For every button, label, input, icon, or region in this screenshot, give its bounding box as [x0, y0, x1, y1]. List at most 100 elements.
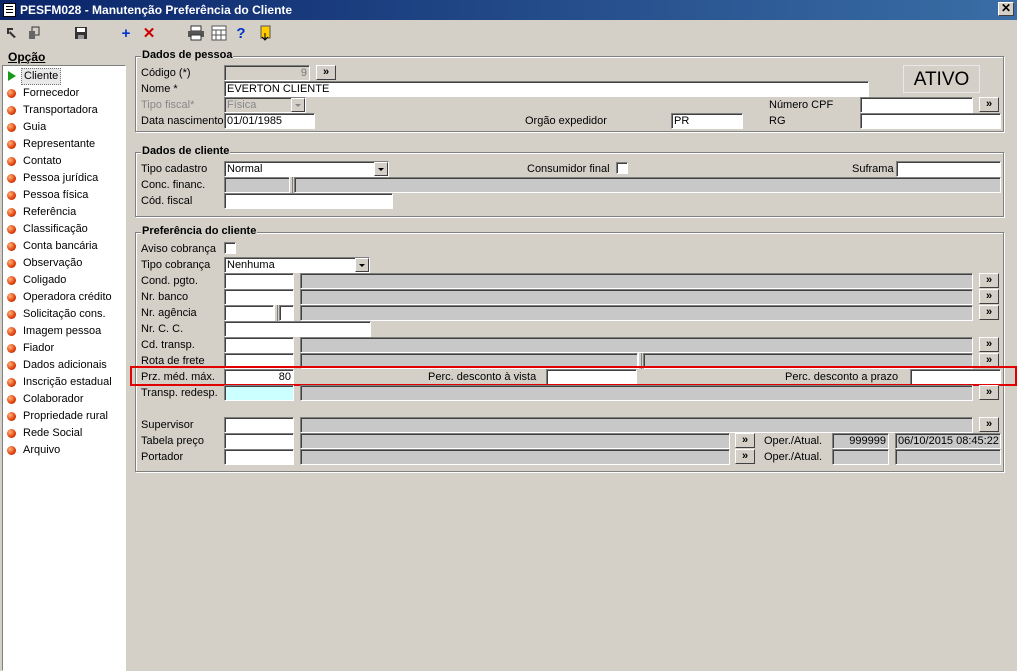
nome-field[interactable]: EVERTON CLIENTE	[224, 81, 869, 97]
bullet-icon	[7, 174, 16, 183]
consumidor-label: Consumidor final	[527, 163, 610, 175]
bullet-icon	[7, 276, 16, 285]
portador-field[interactable]	[224, 449, 294, 465]
oper-user-field-2	[832, 449, 889, 465]
oper-atual-label: Oper./Atual.	[764, 435, 823, 447]
add-icon[interactable]: +	[117, 25, 135, 43]
portador-lookup-button[interactable]: »	[735, 449, 755, 464]
rg-field[interactable]	[860, 113, 1001, 129]
calculator-icon[interactable]	[210, 25, 228, 43]
selected-arrow-icon	[8, 71, 16, 81]
tipo-cadastro-select[interactable]: Normal	[224, 161, 389, 177]
tipo-cobranca-select[interactable]: Nenhuma	[224, 257, 370, 273]
chevron-down-icon	[374, 162, 388, 176]
suframa-label: Suframa	[852, 163, 894, 175]
first-record-icon[interactable]	[3, 25, 21, 43]
suframa-field[interactable]	[896, 161, 1001, 177]
cpf-lookup-button[interactable]: »	[979, 97, 999, 112]
tipo-cobranca-value: Nenhuma	[227, 259, 275, 271]
aviso-cobranca-label: Aviso cobrança	[141, 243, 217, 255]
bullet-icon	[7, 395, 16, 404]
conc-financ-desc	[294, 177, 1001, 193]
tabela-preco-label: Tabela preço	[141, 435, 204, 447]
nr-banco-field[interactable]	[224, 289, 294, 305]
bullet-icon	[7, 378, 16, 387]
nr-agencia-label: Nr. agência	[141, 307, 197, 319]
nome-label: Nome *	[141, 83, 178, 95]
nr-agencia-desc	[300, 305, 973, 321]
codigo-lookup-button[interactable]: »	[316, 65, 336, 80]
help-icon[interactable]: ?	[232, 25, 250, 43]
cond-pgto-field[interactable]	[224, 273, 294, 289]
delete-icon[interactable]: ✕	[140, 25, 158, 43]
nr-agencia-digit[interactable]	[279, 305, 294, 321]
highlight-box	[130, 366, 1017, 386]
tabela-preco-field[interactable]	[224, 433, 294, 449]
supervisor-desc	[300, 417, 973, 433]
nr-banco-label: Nr. banco	[141, 291, 189, 303]
group-title: Dados de pessoa	[141, 49, 234, 61]
codigo-field[interactable]: 9	[224, 65, 310, 81]
codigo-label: Código (*)	[141, 67, 191, 79]
bullet-icon	[7, 191, 16, 200]
nr-agencia-lookup-button[interactable]: »	[979, 305, 999, 320]
transp-redesp-lookup-button[interactable]: »	[979, 385, 999, 400]
bullet-icon	[7, 310, 16, 319]
nascimento-label: Data nascimento	[141, 115, 224, 127]
exit-icon[interactable]	[257, 25, 275, 43]
option-sidebar: Opção Cliente Fornecedor Transportadora …	[2, 48, 126, 671]
bullet-icon	[7, 327, 16, 336]
cd-transp-field[interactable]	[224, 337, 294, 353]
nr-banco-lookup-button[interactable]: »	[979, 289, 999, 304]
bullet-icon	[7, 140, 16, 149]
orgao-field[interactable]: PR	[671, 113, 743, 129]
transp-redesp-field[interactable]	[224, 385, 294, 401]
cod-fiscal-field[interactable]	[224, 193, 393, 209]
transp-redesp-label: Transp. redesp.	[141, 387, 218, 399]
print-icon[interactable]	[187, 25, 205, 43]
tipo-cadastro-value: Normal	[227, 163, 263, 175]
window-title: PESFM028 - Manutenção Preferência do Cli…	[20, 3, 293, 17]
bullet-icon	[7, 225, 16, 234]
bullet-icon	[7, 412, 16, 421]
bullet-icon	[7, 429, 16, 438]
bullet-icon	[7, 106, 16, 115]
orgao-label: Orgão expedidor	[525, 115, 607, 127]
bullet-icon	[7, 259, 16, 268]
bullet-icon	[7, 344, 16, 353]
supervisor-lookup-button[interactable]: »	[979, 417, 999, 432]
portador-desc	[300, 449, 730, 465]
nr-banco-desc	[300, 289, 973, 305]
cpf-field[interactable]	[860, 97, 973, 113]
bullet-icon	[7, 89, 16, 98]
tipo-cadastro-label: Tipo cadastro	[141, 163, 208, 175]
bullet-icon	[7, 157, 16, 166]
status-badge: ATIVO	[903, 65, 980, 93]
cd-transp-desc	[300, 337, 973, 353]
aviso-cobranca-checkbox[interactable]	[224, 242, 236, 254]
tabela-preco-lookup-button[interactable]: »	[735, 433, 755, 448]
supervisor-label: Supervisor	[141, 419, 194, 431]
nr-cc-field[interactable]	[224, 321, 371, 337]
portador-label: Portador	[141, 451, 184, 463]
field-splitter	[289, 177, 293, 193]
nr-agencia-field[interactable]	[224, 305, 274, 321]
close-button[interactable]: ✕	[998, 2, 1014, 16]
copy-record-icon[interactable]	[25, 25, 43, 43]
rg-label: RG	[769, 115, 786, 127]
nascimento-field[interactable]: 01/01/1985	[224, 113, 315, 129]
conc-financ-code[interactable]	[224, 177, 290, 193]
cd-transp-lookup-button[interactable]: »	[979, 337, 999, 352]
tipo-fiscal-select[interactable]: Física	[224, 97, 306, 113]
chevron-down-icon	[291, 98, 305, 112]
cond-pgto-lookup-button[interactable]: »	[979, 273, 999, 288]
supervisor-field[interactable]	[224, 417, 294, 433]
save-icon[interactable]	[72, 25, 90, 43]
bullet-icon	[7, 293, 16, 302]
consumidor-checkbox[interactable]	[616, 162, 628, 174]
bullet-icon	[7, 123, 16, 132]
bullet-icon	[7, 446, 16, 455]
toolbar: + ✕ ?	[0, 20, 1017, 48]
oper-atual-label-2: Oper./Atual.	[764, 451, 823, 463]
sidebar-heading: Opção	[8, 50, 46, 64]
